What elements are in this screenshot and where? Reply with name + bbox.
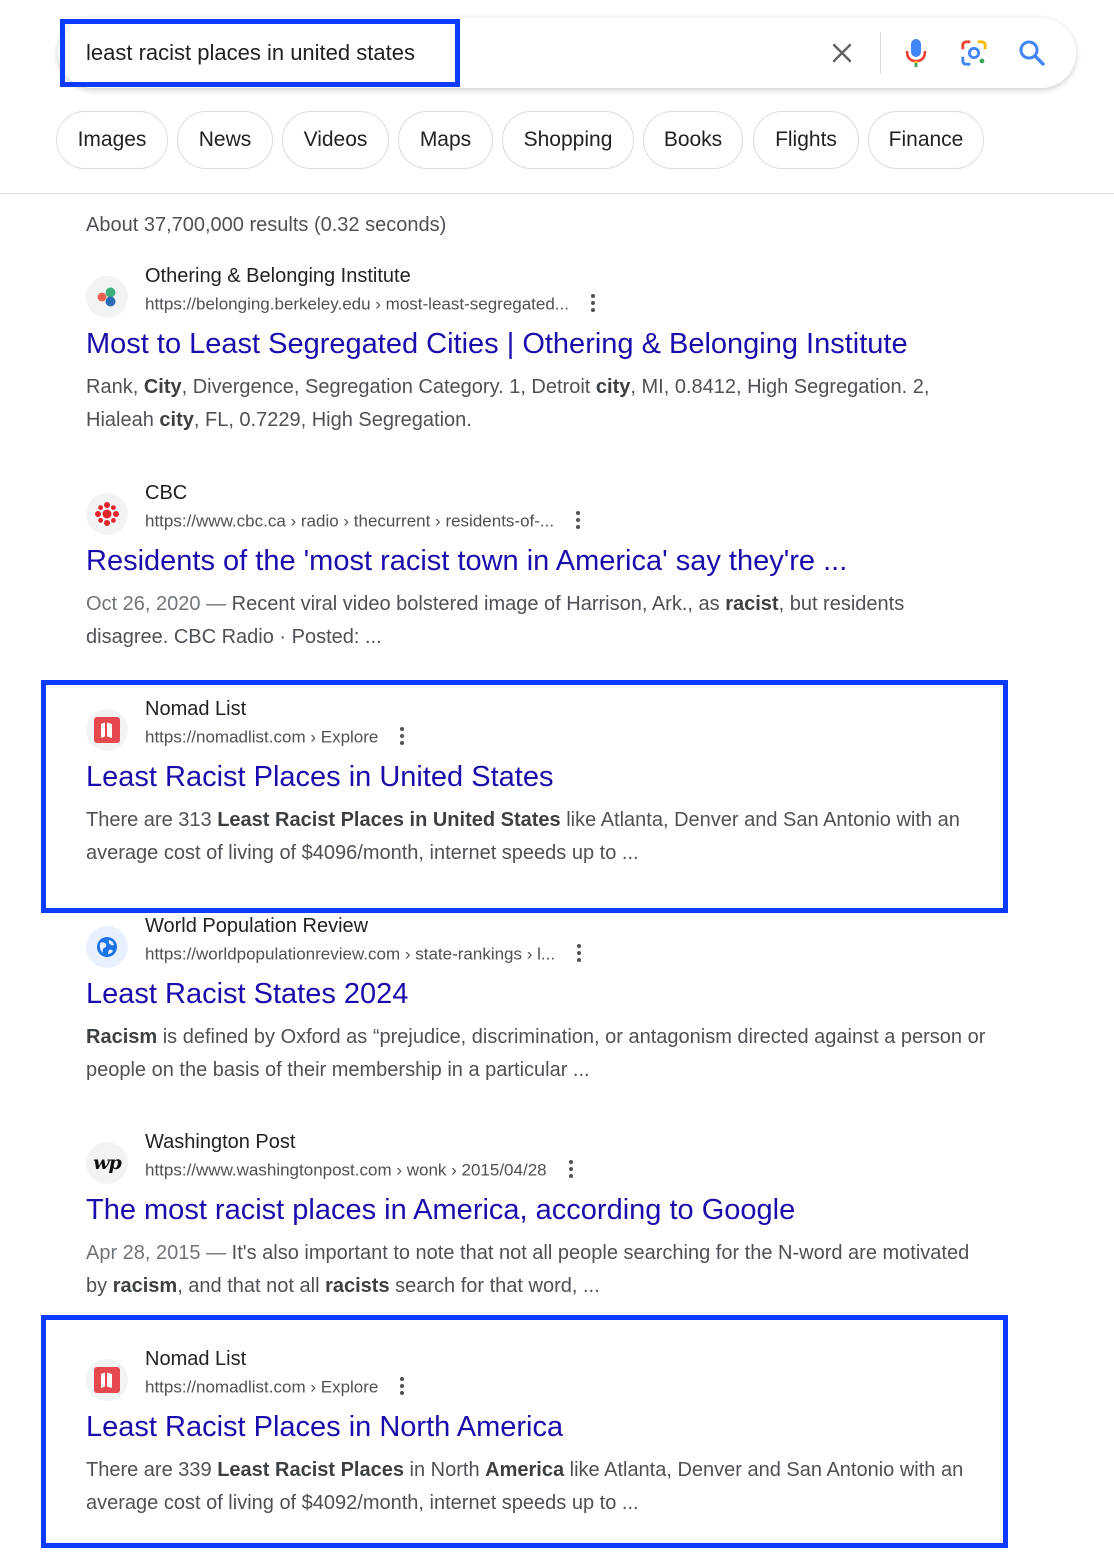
result-url[interactable]: https://worldpopulationreview.com › stat… bbox=[145, 944, 589, 966]
result-site-name: World Population Review bbox=[145, 915, 369, 937]
result-snippet: There are 313 Least Racist Places in Uni… bbox=[86, 804, 986, 870]
result-title-link[interactable]: Least Racist Places in North America bbox=[86, 1411, 563, 1444]
chip-images[interactable]: Images bbox=[56, 111, 168, 169]
wp-logo-text: wp bbox=[93, 1152, 122, 1174]
snippet-bold-text: City bbox=[143, 376, 182, 398]
snippet-text: is defined by Oxford as “prejudice, disc… bbox=[86, 1026, 986, 1081]
result-title-link[interactable]: The most racist places in America, accor… bbox=[86, 1194, 795, 1227]
search-query-highlight bbox=[60, 19, 460, 87]
result-url[interactable]: https://www.washingtonpost.com › wonk › … bbox=[145, 1160, 581, 1182]
snippet-bold-text: Least Racist Places in United States bbox=[217, 809, 561, 831]
search-divider bbox=[880, 32, 881, 74]
nomadlist-logo-icon bbox=[86, 1359, 128, 1401]
snippet-bold-text: America bbox=[485, 1459, 565, 1481]
obi-logo-icon bbox=[86, 276, 128, 318]
result-snippet: Oct 26, 2020 — Recent viral video bolste… bbox=[86, 588, 986, 654]
result-site-name: Othering & Belonging Institute bbox=[145, 265, 411, 287]
snippet-text: There are 313 bbox=[86, 809, 218, 831]
snippet-text: There are 339 bbox=[86, 1459, 218, 1481]
result-url[interactable]: https://www.cbc.ca › radio › thecurrent … bbox=[145, 511, 588, 533]
snippet-date: Oct 26, 2020 — bbox=[86, 593, 232, 615]
result-url[interactable]: https://nomadlist.com › Explore bbox=[145, 1377, 412, 1399]
snippet-text: , FL, 0.7229, High Segregation. bbox=[193, 409, 472, 431]
globe-icon bbox=[86, 926, 128, 968]
chip-flights[interactable]: Flights bbox=[753, 111, 859, 169]
result-snippet: Apr 28, 2015 — It's also important to no… bbox=[86, 1237, 986, 1303]
chip-finance[interactable]: Finance bbox=[868, 111, 984, 169]
chip-books[interactable]: Books bbox=[643, 111, 743, 169]
result-title-link[interactable]: Least Racist States 2024 bbox=[86, 978, 408, 1011]
header-divider bbox=[0, 193, 1114, 194]
microphone-icon[interactable] bbox=[902, 39, 930, 67]
snippet-text: , Divergence, Segregation Category. 1, D… bbox=[181, 376, 596, 398]
more-options-icon[interactable] bbox=[561, 1158, 581, 1180]
result-site-name: CBC bbox=[145, 482, 188, 504]
result-stats: About 37,700,000 results (0.32 seconds) bbox=[86, 214, 447, 236]
snippet-bold-text: racism bbox=[112, 1275, 178, 1297]
result-title-link[interactable]: Most to Least Segregated Cities | Otheri… bbox=[86, 328, 908, 361]
snippet-text: search for that word, ... bbox=[389, 1275, 600, 1297]
more-options-icon[interactable] bbox=[583, 292, 603, 314]
nomadlist-logo-icon bbox=[86, 709, 128, 751]
wp-logo-icon: wp bbox=[86, 1142, 128, 1184]
lens-icon[interactable] bbox=[960, 39, 988, 67]
snippet-bold-text: city bbox=[159, 409, 194, 431]
cbc-logo-icon bbox=[86, 493, 128, 535]
result-snippet: Racism is defined by Oxford as “prejudic… bbox=[86, 1021, 986, 1087]
result-title-link[interactable]: Residents of the 'most racist town in Am… bbox=[86, 545, 847, 578]
snippet-bold-text: racists bbox=[325, 1275, 390, 1297]
result-site-name: Washington Post bbox=[145, 1131, 296, 1153]
more-options-icon[interactable] bbox=[392, 725, 412, 747]
more-options-icon[interactable] bbox=[568, 509, 588, 531]
snippet-bold-text: Least Racist Places bbox=[217, 1459, 404, 1481]
more-options-icon[interactable] bbox=[569, 942, 589, 964]
snippet-bold-text: city bbox=[595, 376, 631, 398]
snippet-text: Recent viral video bolstered image of Ha… bbox=[231, 593, 726, 615]
result-site-name: Nomad List bbox=[145, 1348, 247, 1370]
result-snippet: Rank, City, Divergence, Segregation Cate… bbox=[86, 371, 986, 437]
chip-shopping[interactable]: Shopping bbox=[502, 111, 634, 169]
result-url[interactable]: https://belonging.berkeley.edu › most-le… bbox=[145, 294, 603, 316]
snippet-bold-text: Racism bbox=[86, 1026, 158, 1048]
snippet-date: Apr 28, 2015 — bbox=[86, 1242, 232, 1264]
result-title-link[interactable]: Least Racist Places in United States bbox=[86, 761, 553, 794]
result-snippet: There are 339 Least Racist Places in Nor… bbox=[86, 1454, 986, 1520]
search-icon[interactable] bbox=[1018, 39, 1046, 67]
chip-news[interactable]: News bbox=[177, 111, 273, 169]
more-options-icon[interactable] bbox=[392, 1375, 412, 1397]
result-site-name: Nomad List bbox=[145, 698, 247, 720]
snippet-text: , and that not all bbox=[177, 1275, 326, 1297]
snippet-text: Rank, bbox=[86, 376, 144, 398]
clear-icon[interactable] bbox=[828, 39, 856, 67]
chip-maps[interactable]: Maps bbox=[398, 111, 493, 169]
chip-videos[interactable]: Videos bbox=[282, 111, 389, 169]
snippet-text: in North bbox=[403, 1459, 486, 1481]
snippet-bold-text: racist bbox=[725, 593, 779, 615]
result-url[interactable]: https://nomadlist.com › Explore bbox=[145, 727, 412, 749]
